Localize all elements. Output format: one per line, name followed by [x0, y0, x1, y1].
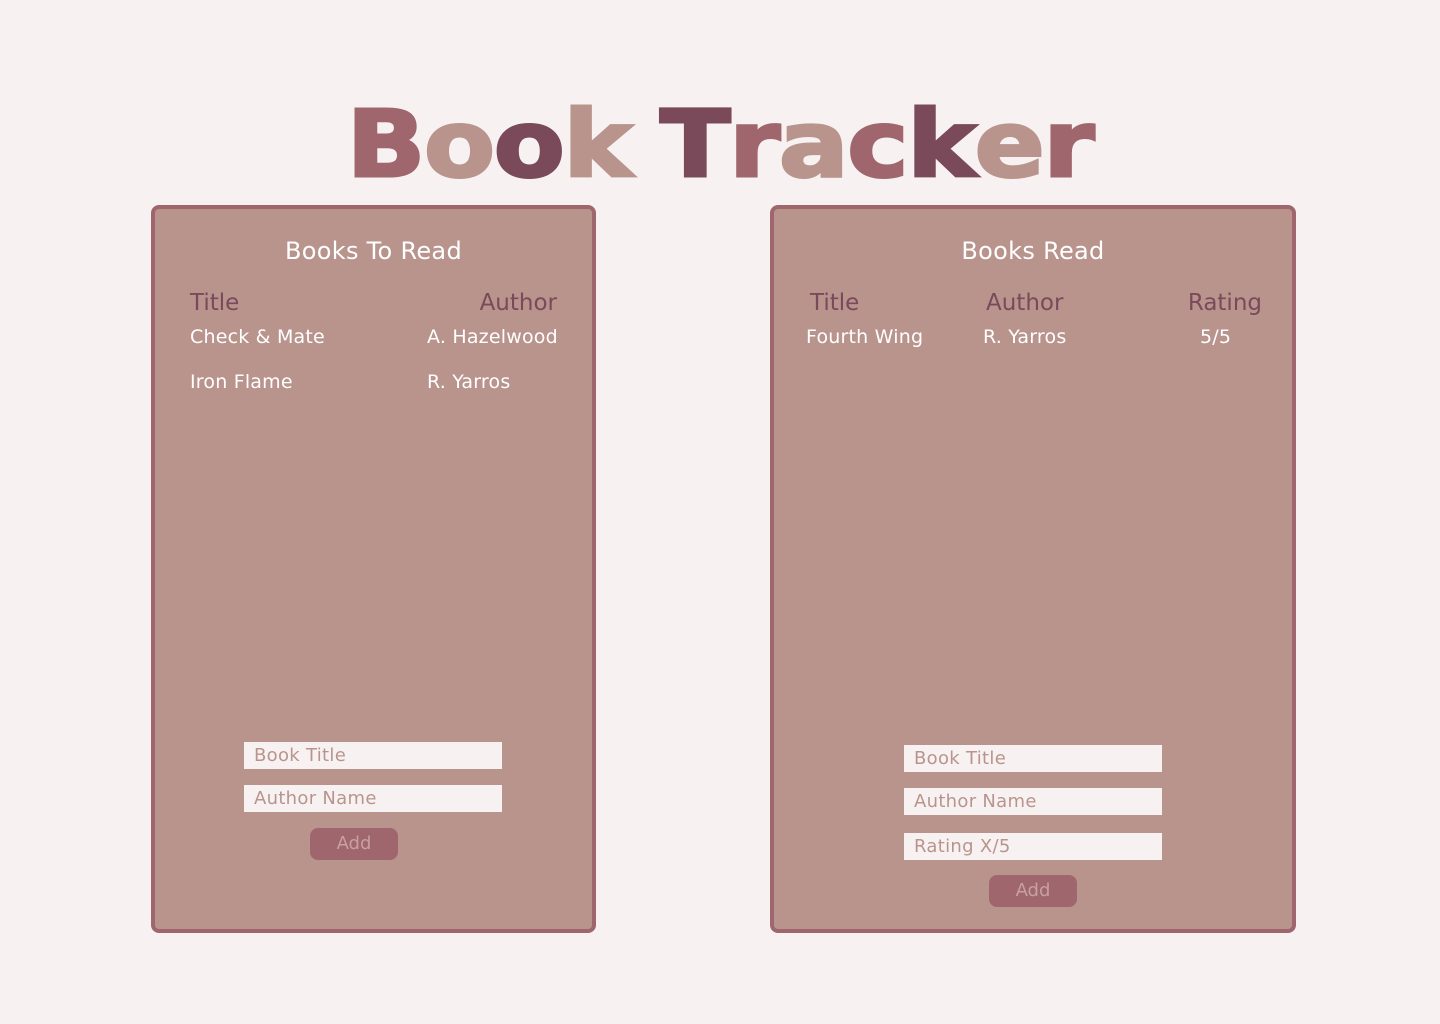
book-title-cell: Check & Mate [190, 326, 325, 348]
title-letter: B [345, 89, 427, 199]
books-read-panel: Books Read Title Author Rating Fourth Wi… [770, 205, 1296, 933]
book-author-cell: R. Yarros [983, 326, 1067, 348]
books-to-read-panel: Books To Read Title Author Check & Mate … [151, 205, 596, 933]
book-rating-cell: 5/5 [1200, 326, 1232, 348]
title-letter: o [492, 89, 566, 199]
title-letter: a [777, 89, 850, 199]
title-letter: T [658, 89, 732, 199]
to-read-title-column-header: Title [190, 290, 240, 316]
read-add-button[interactable]: Add [989, 875, 1077, 907]
title-letter: r [728, 89, 782, 199]
read-rating-column-header: Rating [1187, 290, 1262, 316]
book-title-cell: Fourth Wing [806, 326, 924, 348]
title-letter: o [422, 89, 496, 199]
read-author-column-header: Author [986, 290, 1064, 316]
book-title-cell: Iron Flame [190, 371, 293, 393]
to-read-author-name-input[interactable] [244, 785, 502, 812]
to-read-add-button[interactable]: Add [310, 828, 398, 860]
to-read-book-title-input[interactable] [244, 742, 502, 769]
title-letter: e [973, 89, 1046, 199]
read-rating-input[interactable] [904, 833, 1162, 860]
book-tracker-app: Book Tracker Books To Read Title Author C… [0, 0, 1440, 1024]
read-author-name-input[interactable] [904, 788, 1162, 815]
title-letter: k [906, 89, 978, 199]
read-book-title-input[interactable] [904, 745, 1162, 772]
title-letter: k [562, 89, 634, 199]
read-title-column-header: Title [810, 290, 860, 316]
book-author-cell: R. Yarros [427, 371, 511, 393]
app-title: Book Tracker [0, 89, 1440, 200]
book-author-cell: A. Hazelwood [427, 326, 558, 348]
title-letter: r [1042, 89, 1096, 199]
to-read-author-column-header: Author [479, 290, 557, 316]
books-to-read-heading: Books To Read [285, 237, 462, 265]
books-read-heading: Books Read [961, 237, 1105, 265]
title-letter: c [846, 89, 910, 199]
